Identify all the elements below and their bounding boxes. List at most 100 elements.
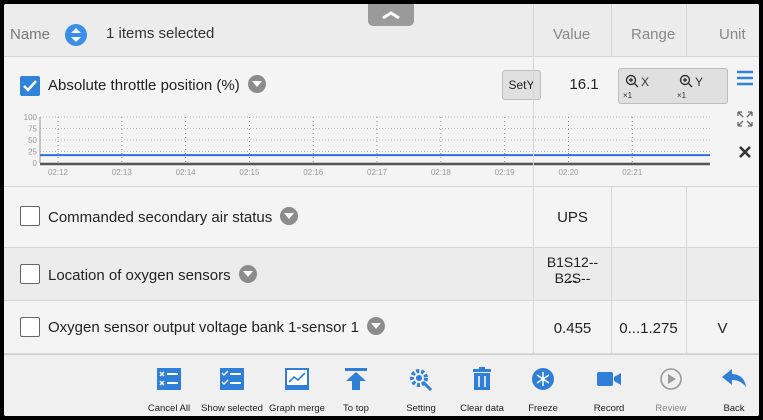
zoom-in-icon: [625, 74, 639, 88]
show-selected-button[interactable]: Show selected: [197, 355, 267, 416]
range-column-header: Range: [631, 26, 676, 43]
list-item: Location of oxygen sensors B1S12--B2S-- …: [4, 248, 759, 301]
pid-value-continued: --: [567, 272, 578, 288]
graph-merge-button[interactable]: Graph merge: [266, 355, 328, 416]
chart-y-tick-label: 75: [28, 125, 37, 134]
cancel-all-button[interactable]: Cancel All: [144, 355, 194, 416]
chart-x-tick-label: 02:18: [431, 168, 452, 177]
selection-count: 1 items selected: [106, 25, 215, 42]
clear-data-button[interactable]: Clear data: [456, 355, 508, 416]
pid-value: 16.1: [569, 76, 599, 93]
chart-x-tick-label: 02:12: [48, 168, 69, 177]
row-checkbox[interactable]: [20, 317, 40, 337]
freeze-icon: [532, 368, 554, 390]
zoom-y-label: Y: [695, 75, 704, 89]
sort-toggle-button[interactable]: [65, 24, 87, 46]
pid-label-text: Oxygen sensor output voltage bank 1-sens…: [48, 319, 360, 336]
chart-x-tick-label: 02:15: [239, 168, 260, 177]
pid-label: Oxygen sensor output voltage bank 1-sens…: [48, 317, 386, 337]
value-column-header: Value: [553, 26, 591, 43]
pid-unit: V: [717, 320, 728, 337]
set-y-button[interactable]: SetY: [502, 70, 541, 100]
graph-merge-icon: [285, 368, 309, 390]
review-label: Review: [655, 403, 687, 414]
freeze-button[interactable]: Freeze: [521, 355, 565, 416]
show-selected-icon: [220, 368, 244, 390]
pid-range: 0...1.275: [619, 320, 678, 337]
setting-icon: [410, 369, 433, 391]
setting-button[interactable]: Setting: [396, 355, 446, 416]
play-icon: [660, 368, 682, 390]
divider: [686, 4, 687, 56]
graph-merge-label: Graph merge: [269, 403, 325, 414]
zoom-x-button[interactable]: X ×1: [619, 69, 673, 103]
cancel-all-label: Cancel All: [147, 403, 191, 414]
data-stream-screen: Name 1 items selected Value Range Unit A…: [4, 4, 759, 416]
zoom-controls: X ×1 Y ×1: [618, 68, 728, 104]
pid-chart: 100 75 50 25 0 02:12 02:13 02:14 02:15 02:16 02:17…: [24, 113, 710, 177]
record-label: Record: [593, 403, 625, 414]
dropdown-icon[interactable]: [367, 317, 386, 336]
review-button[interactable]: Review: [649, 355, 693, 416]
divider: [533, 4, 534, 56]
row-checkbox[interactable]: [20, 264, 40, 284]
pid-label-text: Commanded secondary air status: [48, 209, 273, 226]
list-header: Name 1 items selected Value Range Unit: [4, 4, 759, 57]
pid-value: 0.455: [553, 320, 592, 337]
dropdown-icon[interactable]: [247, 75, 266, 94]
back-label: Back: [723, 403, 745, 414]
chart-x-tick-label: 02:13: [112, 168, 133, 177]
close-icon[interactable]: [734, 141, 756, 163]
row-checkbox[interactable]: [20, 76, 40, 96]
pid-label-text: Absolute throttle position (%): [48, 77, 240, 94]
chart-y-tick-label: 25: [28, 148, 37, 157]
dropdown-icon[interactable]: [238, 265, 257, 284]
divider: [686, 187, 687, 354]
to-top-button[interactable]: To top: [336, 355, 376, 416]
sort-arrows-icon: [71, 28, 81, 42]
unit-column-header: Unit: [719, 26, 746, 43]
clear-data-label: Clear data: [460, 403, 504, 414]
zoom-in-icon: [679, 74, 693, 88]
bottom-toolbar: Cancel All Show selected Graph merge To …: [4, 354, 759, 416]
checkmark-icon: [23, 80, 37, 92]
chart-x-tick-label: 02:17: [367, 168, 388, 177]
chart-x-tick-label: 02:19: [495, 168, 516, 177]
zoom-y-button[interactable]: Y ×1: [673, 69, 727, 103]
divider: [611, 187, 612, 354]
show-selected-label: Show selected: [201, 403, 263, 414]
pid-label: Commanded secondary air status: [48, 207, 299, 227]
menu-icon[interactable]: [734, 67, 756, 89]
list-item: Commanded secondary air status UPS: [4, 187, 759, 248]
setting-label: Setting: [406, 403, 436, 414]
freeze-label: Freeze: [528, 403, 558, 414]
to-top-label: To top: [343, 403, 369, 414]
chart-y-tick-label: 100: [24, 113, 38, 122]
zoom-x-label: X: [641, 75, 650, 89]
chevron-up-icon: [382, 11, 400, 20]
row-checkbox[interactable]: [20, 206, 40, 226]
list-item: Oxygen sensor output voltage bank 1-sens…: [4, 301, 759, 354]
back-button[interactable]: Back: [712, 355, 756, 416]
record-icon: [597, 372, 621, 386]
zoom-x-mult: ×1: [623, 91, 633, 100]
fullscreen-icon[interactable]: [734, 108, 756, 130]
record-button[interactable]: Record: [587, 355, 631, 416]
pid-label: Absolute throttle position (%): [48, 75, 266, 95]
chart-x-tick-label: 02:21: [622, 168, 643, 177]
to-top-icon: [345, 368, 367, 390]
pid-value: UPS: [557, 209, 588, 226]
chart-y-tick-label: 50: [28, 136, 37, 145]
dropdown-icon[interactable]: [280, 207, 299, 226]
back-icon: [722, 369, 746, 387]
trash-icon: [473, 367, 491, 390]
cancel-all-icon: [157, 368, 181, 390]
chart-y-tick-label: 0: [33, 159, 38, 168]
chart-x-tick-label: 02:16: [303, 168, 324, 177]
pid-label: Location of oxygen sensors: [48, 265, 257, 285]
chart-x-tick-label: 02:20: [558, 168, 579, 177]
pid-label-text: Location of oxygen sensors: [48, 267, 231, 284]
zoom-y-mult: ×1: [677, 91, 687, 100]
chart-x-tick-label: 02:14: [176, 168, 197, 177]
collapse-handle[interactable]: [368, 4, 414, 26]
